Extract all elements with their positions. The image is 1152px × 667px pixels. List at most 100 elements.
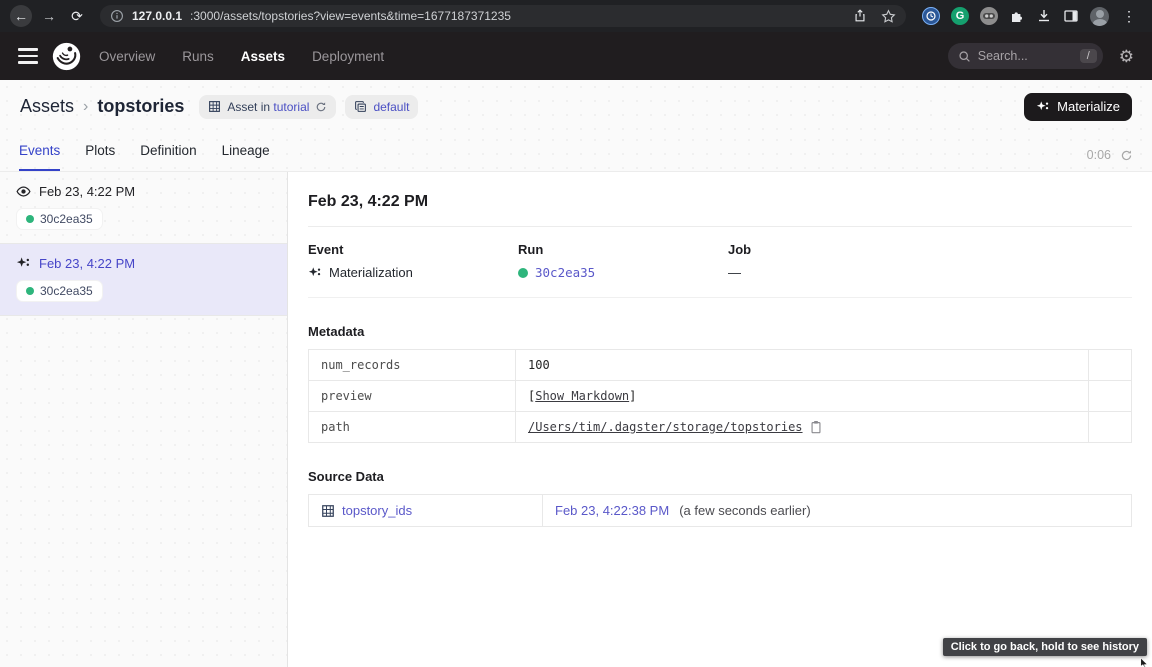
metadata-actions-cell (1089, 350, 1131, 380)
run-status-dot (518, 268, 528, 278)
bracket-open: [ (528, 389, 535, 403)
nav-item-assets[interactable]: Assets (241, 49, 285, 64)
breadcrumb-separator: › (83, 98, 88, 116)
source-timestamp-link[interactable]: Feb 23, 4:22:38 PM (555, 503, 669, 518)
mouse-cursor (1138, 658, 1150, 667)
extension-clock-icon[interactable] (922, 7, 940, 25)
search-icon (958, 50, 971, 63)
nav-item-runs[interactable]: Runs (182, 49, 214, 64)
divider (308, 226, 1132, 227)
materialization-sparkle-icon (308, 266, 322, 280)
event-run-pill[interactable]: 30c2ea35 (16, 208, 103, 230)
url-bar[interactable]: 127.0.0.1 :3000/assets/topstories?view=ev… (100, 5, 906, 27)
nav-item-overview[interactable]: Overview (99, 49, 155, 64)
hamburger-menu-icon[interactable] (18, 48, 38, 64)
run-label: Run (518, 242, 728, 257)
side-panel-icon[interactable] (1063, 8, 1079, 24)
tag-asset-link[interactable]: tutorial (273, 100, 309, 114)
run-status-dot (26, 287, 34, 295)
browser-back-button[interactable]: ← (10, 5, 32, 27)
table-grid-icon (321, 504, 335, 518)
source-asset-link[interactable]: topstory_ids (342, 503, 412, 518)
dagster-logo[interactable] (52, 42, 81, 71)
metadata-value: 100 (528, 358, 550, 372)
breadcrumb-assets-link[interactable]: Assets (20, 96, 74, 117)
materialization-sparkle-icon (16, 256, 31, 271)
metadata-section-title: Metadata (308, 324, 1132, 339)
bookmark-star-icon[interactable] (881, 9, 896, 24)
tab-lineage[interactable]: Lineage (222, 143, 270, 171)
asset-header: Assets › topstories Asset in tutorial de… (0, 80, 1152, 133)
metadata-key: num_records (309, 350, 516, 380)
bracket-close: ] (629, 389, 636, 403)
source-data-section-title: Source Data (308, 469, 1132, 484)
event-list-item-materialization[interactable]: Feb 23, 4:22 PM 30c2ea35 (0, 244, 287, 316)
search-shortcut-badge: / (1080, 49, 1097, 63)
event-type-value: Materialization (329, 265, 413, 280)
browser-toolbar: ← → ⟳ 127.0.0.1 :3000/assets/topstories?v… (0, 0, 1152, 32)
metadata-row-num-records: num_records 100 (309, 350, 1131, 381)
metadata-row-preview: preview [Show Markdown] (309, 381, 1131, 412)
metadata-row-path: path /Users/tim/.dagster/storage/topstor… (309, 412, 1131, 442)
downloads-icon[interactable] (1036, 8, 1052, 24)
divider (308, 297, 1132, 298)
reload-definition-icon[interactable] (315, 101, 327, 113)
event-run-pill[interactable]: 30c2ea35 (16, 280, 103, 302)
metadata-table: num_records 100 preview [Show Markdown] … (308, 349, 1132, 443)
tab-plots[interactable]: Plots (85, 143, 115, 171)
site-info-icon[interactable] (110, 9, 124, 23)
asset-definition-tag[interactable]: Asset in tutorial (199, 95, 336, 119)
breadcrumb-current-asset: topstories (97, 96, 184, 117)
run-id-link[interactable]: 30c2ea35 (535, 265, 595, 280)
materialize-button[interactable]: Materialize (1024, 93, 1132, 121)
back-history-tooltip: Click to go back, hold to see history (943, 638, 1147, 656)
refresh-icon[interactable] (1120, 149, 1133, 162)
event-list-item-observation[interactable]: Feb 23, 4:22 PM 30c2ea35 (0, 172, 287, 244)
nav-item-deployment[interactable]: Deployment (312, 49, 384, 64)
app-nav: Overview Runs Assets Deployment Search..… (0, 32, 1152, 80)
search-input[interactable]: Search... / (948, 43, 1103, 69)
metadata-key: path (309, 412, 516, 442)
metadata-actions-cell (1089, 412, 1131, 442)
settings-gear-icon[interactable]: ⚙ (1119, 48, 1134, 65)
asset-group-tag[interactable]: default (345, 95, 418, 119)
share-icon[interactable] (853, 9, 867, 23)
tab-events[interactable]: Events (19, 143, 60, 171)
materialize-sparkle-icon (1036, 100, 1050, 114)
source-data-table: topstory_ids Feb 23, 4:22:38 PM (a few s… (308, 494, 1132, 527)
event-detail-panel: Feb 23, 4:22 PM Event Materialization Ru… (288, 172, 1152, 667)
source-data-row: topstory_ids Feb 23, 4:22:38 PM (a few s… (309, 495, 1131, 526)
browser-extensions: G ⋮ (918, 7, 1142, 26)
path-link[interactable]: /Users/tim/.dagster/storage/topstories (528, 420, 803, 434)
browser-refresh-button[interactable]: ⟳ (66, 5, 88, 27)
search-placeholder: Search... (978, 49, 1028, 63)
asset-tabs: Events Plots Definition Lineage 0:06 (0, 133, 1152, 172)
url-path: :3000/assets/topstories?view=events&time… (190, 9, 511, 23)
event-list-sidebar: Feb 23, 4:22 PM 30c2ea35 Feb 23, 4:22 PM… (0, 172, 288, 667)
metadata-key: preview (309, 381, 516, 411)
event-timestamp: Feb 23, 4:22 PM (39, 184, 135, 199)
browser-menu-icon[interactable]: ⋮ (1120, 8, 1138, 25)
browser-forward-button[interactable]: → (38, 5, 60, 27)
show-markdown-link[interactable]: Show Markdown (535, 389, 629, 403)
extensions-puzzle-icon[interactable] (1009, 8, 1025, 24)
event-label: Event (308, 242, 518, 257)
url-host: 127.0.0.1 (132, 9, 182, 23)
tab-definition[interactable]: Definition (140, 143, 196, 171)
run-id: 30c2ea35 (40, 212, 93, 226)
source-timestamp-note: (a few seconds earlier) (679, 503, 811, 518)
run-status-dot (26, 215, 34, 223)
asset-group-icon (354, 100, 367, 113)
job-label: Job (728, 242, 1132, 257)
materialize-label: Materialize (1057, 99, 1120, 114)
robot-extension-icon[interactable] (980, 7, 998, 25)
metadata-actions-cell (1089, 381, 1131, 411)
tag-group-label[interactable]: default (373, 100, 409, 114)
grammarly-icon[interactable]: G (951, 7, 969, 25)
copy-clipboard-icon[interactable] (809, 420, 823, 434)
tag-asset-prefix: Asset in (227, 100, 270, 114)
profile-avatar[interactable] (1090, 7, 1109, 26)
event-timestamp: Feb 23, 4:22 PM (39, 256, 135, 271)
event-detail-heading: Feb 23, 4:22 PM (308, 193, 1132, 211)
table-grid-icon (208, 100, 221, 113)
